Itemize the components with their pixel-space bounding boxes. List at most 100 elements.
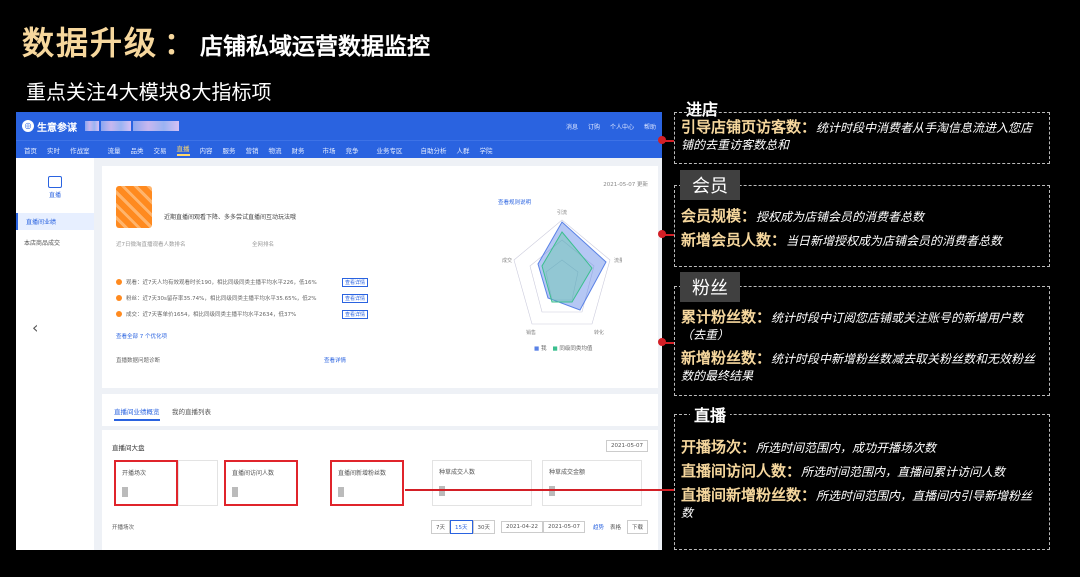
connector-dot [658,136,666,144]
card-hint: 近期直播间观看下降、多多尝试直播间互动玩法哦 [164,214,297,221]
range-end[interactable]: 2021-05-07 [542,521,585,533]
tabs-bar: 直播间业绩概览 我的直播列表 [102,394,658,426]
nav-item[interactable]: 服务 [223,145,236,155]
live-icon [48,176,62,188]
slide-title: 数据升级 ： 店铺私域运营数据监控 [22,18,430,64]
metric-card-live-sessions[interactable]: 开播场次 [114,460,178,506]
alert-detail-button[interactable]: 查看详情 [342,294,369,303]
alert-row: 观看：近7天人均有效观看时长190，相比同级同类主播平均水平226，低16% [116,278,317,286]
more-optimizations-link[interactable]: 查看全部 7 个优化项 [116,332,167,340]
radar-axis-label: 转化 [594,329,604,336]
nav-item[interactable]: 物流 [269,145,282,155]
topbar-links: 消息 订购 个人中心 帮助 [566,122,656,131]
app-name: 生意参谋 [37,122,77,134]
dashboard-title: 直播间大盘 [112,444,145,452]
radar-axis-label: 销售 [526,329,536,336]
nav-item[interactable]: 财务 [292,145,305,155]
view-table[interactable]: 表格 [610,523,621,531]
diagnosis-detail-link[interactable]: 查看详情 [324,356,346,364]
range-start[interactable]: 2021-04-22 [501,521,543,533]
global-rank-label: 全网排名 [252,242,275,248]
update-date: 2021-05-07 更新 [603,182,648,188]
category-tag-fans: 粉丝 [680,272,740,302]
category-tag-member: 会员 [680,170,740,200]
sidebar-item-product-sales[interactable]: 本店商品成交 [16,234,94,251]
metric-value [232,487,238,497]
live-overview-card: 2021-05-07 更新 近期直播间观看下降、多多尝试直播间互动玩法哦 近7日… [102,166,658,388]
diagnosis-row: 直播数据问题诊断 查看详情 [116,356,346,364]
nav-item[interactable]: 直播 [176,143,190,156]
category-title-live: 直播 [690,402,731,426]
rank-label: 近7日微淘直播观看人数排名 [116,242,186,248]
metric-card-live-visitors[interactable]: 直播间访问人数 [224,460,298,506]
topbar-link-help[interactable]: 帮助 [644,122,656,131]
nav-item[interactable]: 品类 [131,145,144,155]
tab-live-overview[interactable]: 直播间业绩概览 [114,406,160,421]
title-colon: ： [164,27,195,62]
connector-line [405,489,675,491]
radar-legend: ■ 我 ■ 同级同类均值 [534,344,592,352]
shop-avatar [116,186,152,228]
topbar-link-messages[interactable]: 消息 [566,122,578,131]
title-main: 数据升级 [22,24,159,62]
blurred-shop-name [85,121,99,131]
carousel-prev-icon[interactable]: ‹ [32,318,38,337]
radar-axis-label: 引流 [557,209,567,216]
nav-item[interactable]: 人群 [457,145,470,155]
dashboard-screenshot: ◎ 生意参谋 消息 订购 个人中心 帮助 首页 实时 作战室 流量 品类 交易 直播 内容 服务… [16,112,662,550]
alert-row: 成交：近7天客单价1654，相比同级同类主播平均水平2634，低37% [116,310,296,318]
annotation-item: 新增会员人数：当日新增授权成为店铺会员的消费者总数 [681,231,1003,249]
nav-item[interactable]: 作战室 [70,145,90,155]
legend-item-me: ■ 我 [534,346,547,352]
nav-item[interactable]: 首页 [24,145,37,155]
blurred-shop-name [133,121,179,131]
nav-item[interactable]: 自助分析 [421,145,447,155]
topbar-link-subscribe[interactable]: 订购 [588,122,600,131]
radar-chart: 引流 流量 转化 销售 成交 [502,209,622,336]
nav-item[interactable]: 内容 [200,145,213,155]
nav-item[interactable]: 竞争 [346,145,359,155]
nav-item[interactable]: 营销 [246,145,259,155]
range-15d[interactable]: 15天 [450,520,473,534]
download-button[interactable]: 下载 [626,520,648,534]
range-30d[interactable]: 30天 [472,520,496,534]
metric-value [439,486,445,496]
connector-dot [658,338,666,346]
annotation-item: 新增粉丝数：统计时段中新增粉丝数减去取关粉丝数和无效粉丝数的最终结果 [681,349,1036,384]
app-logo[interactable]: ◎ 生意参谋 [22,119,77,134]
nav-item[interactable]: 学院 [480,145,493,155]
metric-label: 直播间新增粉丝数 [338,470,387,477]
range-7d[interactable]: 7天 [431,520,451,534]
title-sub: 店铺私域运营数据监控 [200,34,431,60]
date-picker[interactable]: 2021-05-07 [606,440,648,452]
nav-item[interactable]: 流量 [108,145,121,155]
warning-icon [116,279,122,285]
warning-icon [116,311,122,317]
topbar-link-profile[interactable]: 个人中心 [610,122,634,131]
metric-label: 直播间访问人数 [232,470,275,477]
metric-value [549,486,555,496]
metric-card-seeding-amount[interactable]: 种草成交金额 [542,460,642,506]
alert-text: 成交：近7天客单价1654，相比同级同类主播平均水平2634，低37% [126,312,297,318]
range-toolbar: 开播场次 7天 15天 30天 2021-04-22 2021-05-07 趋势… [112,520,648,534]
metric-card-spacer [178,460,218,506]
radar-axis-label: 成交 [502,257,512,264]
connector-dot [658,230,666,238]
nav-item[interactable]: 交易 [154,145,167,155]
annotation-item: 会员规模：授权成为店铺会员的消费者总数 [681,207,925,225]
metric-card-new-fans[interactable]: 直播间新增粉丝数 [330,460,404,506]
sidebar-item-live-performance[interactable]: 直播间业绩 [16,213,94,230]
alert-detail-button[interactable]: 查看详情 [342,310,369,319]
nav-item[interactable]: 实时 [47,145,60,155]
view-trend[interactable]: 趋势 [593,523,604,531]
nav-item[interactable]: 业务专区 [377,145,403,155]
nav-item[interactable]: 市场 [323,145,336,155]
tab-my-live-list[interactable]: 我的直播列表 [172,406,211,416]
metric-card-seeding-buyers[interactable]: 种草成交人数 [432,460,532,506]
annotation-box-entry: 引导店铺页访客数：统计时段中消费者从手淘信息流进入您店铺的去重访客数总和 [674,112,1050,164]
annotation-item: 开播场次：所选时间范围内，成功开播场次数 [681,438,937,456]
alert-text: 观看：近7天人均有效观看时长190，相比同级同类主播平均水平226，低16% [126,280,317,286]
annotation-item: 直播间新增粉丝数：所选时间范围内，直播间内引导新增粉丝数 [681,486,1033,521]
alert-detail-button[interactable]: 查看详情 [342,278,369,287]
alert-row: 粉丝：近7天30s留存率35.74%，相比同级同类主播平均水平35.65%，低2… [116,294,317,302]
